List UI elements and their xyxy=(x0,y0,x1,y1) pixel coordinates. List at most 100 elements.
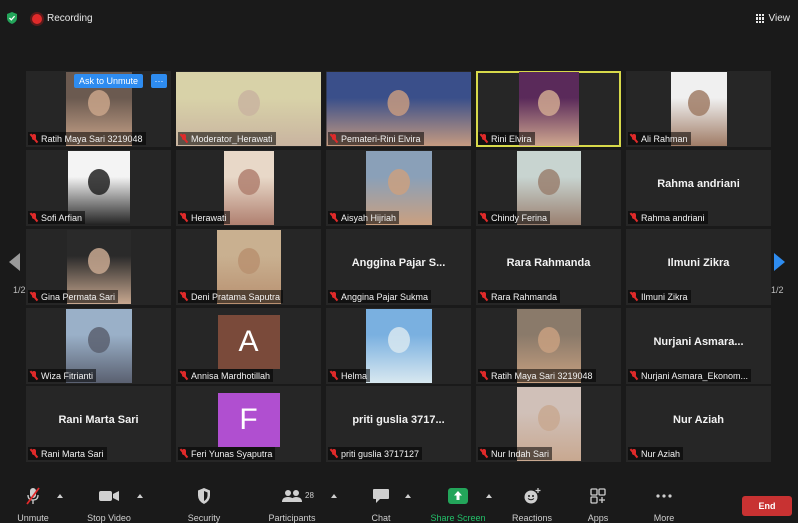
microphone-muted-icon xyxy=(26,487,40,505)
more-button[interactable]: More xyxy=(634,486,694,523)
participant-name: Rini Elvira xyxy=(491,133,532,144)
participant-name: Feri Yunas Syaputra xyxy=(191,448,273,459)
person-silhouette xyxy=(237,90,260,116)
participant-tile[interactable]: Ilmuni Zikra Ilmuni Zikra xyxy=(626,229,771,305)
participant-tile[interactable]: A Annisa Mardhotillah xyxy=(176,308,321,384)
participant-tile[interactable]: priti guslia 3717... priti guslia 3717127 xyxy=(326,386,471,462)
participant-tile[interactable]: Nur Indah Sari xyxy=(476,386,621,462)
unmute-label: Unmute xyxy=(17,513,49,523)
participant-name: Annisa Mardhotillah xyxy=(191,370,271,381)
microphone-muted-icon xyxy=(630,213,638,222)
chat-button[interactable]: Chat xyxy=(351,486,411,523)
participant-name: Anggina Pajar Sukma xyxy=(341,291,429,302)
person-silhouette xyxy=(537,169,560,195)
view-button[interactable]: View xyxy=(755,13,790,24)
participant-tile[interactable]: Gina Permata Sari xyxy=(26,229,171,305)
microphone-muted-icon xyxy=(180,449,188,458)
participant-name: Sofi Arfian xyxy=(41,212,83,223)
audio-options-caret-icon[interactable] xyxy=(57,494,63,498)
participant-tile[interactable]: Rahma andriani Rahma andriani xyxy=(626,150,771,226)
participant-tile[interactable]: Rani Marta Sari Rani Marta Sari xyxy=(26,386,171,462)
participant-name: Helma xyxy=(341,370,368,381)
ask-to-unmute-button[interactable]: Ask to Unmute xyxy=(74,74,144,88)
security-shield-icon xyxy=(198,488,210,504)
participant-tile[interactable]: Nur Aziah Nur Aziah xyxy=(626,386,771,462)
apps-label: Apps xyxy=(587,513,609,523)
participant-tile[interactable]: Ratih Maya Sari 3219048 xyxy=(476,308,621,384)
microphone-muted-icon xyxy=(330,449,338,458)
participant-display-name: Rara Rahmanda xyxy=(506,257,591,269)
participant-tile[interactable]: F Feri Yunas Syaputra xyxy=(176,386,321,462)
microphone-muted-icon xyxy=(630,371,638,380)
participant-tile[interactable]: Deni Pratama Saputra xyxy=(176,229,321,305)
participant-display-name: Anggina Pajar S... xyxy=(351,257,446,269)
participant-tile[interactable]: Ali Rahman xyxy=(626,71,771,147)
participant-tile[interactable]: Rini Elvira xyxy=(476,71,621,147)
participant-name: Rara Rahmanda xyxy=(491,291,558,302)
page-indicator-left: 1/2 xyxy=(13,285,26,295)
participant-name-label: Nurjani Asmara_Ekonom... xyxy=(628,369,752,382)
microphone-muted-icon xyxy=(480,134,488,143)
participant-tile[interactable]: Helma xyxy=(326,308,471,384)
participant-tile[interactable]: Pemateri-Rini Elvira xyxy=(326,71,471,147)
participant-name-label: Ratih Maya Sari 3219048 xyxy=(478,369,596,382)
participant-name-label: Rani Marta Sari xyxy=(28,447,107,460)
microphone-muted-icon xyxy=(330,134,338,143)
participant-name-label: Ali Rahman xyxy=(628,132,691,145)
participant-video xyxy=(365,309,432,383)
person-silhouette xyxy=(87,90,110,116)
microphone-muted-icon xyxy=(480,213,488,222)
participant-name-label: Ilmuni Zikra xyxy=(628,290,691,303)
stop-video-button[interactable]: Stop Video xyxy=(79,486,139,523)
person-silhouette xyxy=(537,90,560,116)
end-meeting-button[interactable]: End xyxy=(742,496,792,516)
participant-tile[interactable]: Sofi Arfian xyxy=(26,150,171,226)
participant-tile[interactable]: Rara Rahmanda Rara Rahmanda xyxy=(476,229,621,305)
page-indicator-right: 1/2 xyxy=(771,285,784,295)
participant-tile[interactable]: Aisyah Hijriah xyxy=(326,150,471,226)
participant-name-label: Pemateri-Rini Elvira xyxy=(328,132,424,145)
share-options-caret-icon[interactable] xyxy=(486,494,492,498)
participant-tile[interactable]: Herawati xyxy=(176,150,321,226)
chat-options-caret-icon[interactable] xyxy=(405,494,411,498)
participant-name-label: Gina Permata Sari xyxy=(28,290,119,303)
microphone-muted-icon xyxy=(480,292,488,301)
microphone-muted-icon xyxy=(630,292,638,301)
security-button[interactable]: Security xyxy=(174,486,234,523)
participant-tile[interactable]: Moderator_Herawati xyxy=(176,71,321,147)
participant-name-label: Nur Aziah xyxy=(628,447,684,460)
reactions-button[interactable]: Reactions xyxy=(502,486,562,523)
share-screen-button[interactable]: Share Screen xyxy=(428,486,488,523)
participant-name-label: Herawati xyxy=(178,211,230,224)
participant-name-label: priti guslia 3717127 xyxy=(328,447,423,460)
reactions-label: Reactions xyxy=(511,513,553,523)
chat-bubble-icon xyxy=(373,489,389,503)
apps-button[interactable]: Apps xyxy=(568,486,628,523)
microphone-muted-icon xyxy=(30,371,38,380)
tile-more-button[interactable]: ··· xyxy=(151,74,167,88)
participant-name: Nurjani Asmara_Ekonom... xyxy=(641,370,749,381)
microphone-muted-icon xyxy=(30,213,38,222)
microphone-muted-icon xyxy=(630,134,638,143)
participant-name-label: Deni Pratama Saputra xyxy=(178,290,284,303)
microphone-muted-icon xyxy=(330,213,338,222)
participant-tile[interactable]: Chindy Ferina xyxy=(476,150,621,226)
previous-page-arrow-icon[interactable] xyxy=(9,253,20,271)
participant-tile[interactable]: Nurjani Asmara... Nurjani Asmara_Ekonom..… xyxy=(626,308,771,384)
meeting-toolbar: Unmute Stop Video Security Participants … xyxy=(0,482,798,523)
microphone-muted-icon xyxy=(330,371,338,380)
participant-name: Rani Marta Sari xyxy=(41,448,104,459)
shield-check-icon[interactable] xyxy=(6,12,18,24)
participant-name: Ali Rahman xyxy=(641,133,688,144)
apps-icon xyxy=(590,488,606,504)
participant-tile[interactable]: Wiza Fitrianti xyxy=(26,308,171,384)
participants-options-caret-icon[interactable] xyxy=(331,494,337,498)
participant-name: Pemateri-Rini Elvira xyxy=(341,133,421,144)
person-silhouette xyxy=(87,248,110,274)
unmute-button[interactable]: Unmute xyxy=(3,486,63,523)
next-page-arrow-icon[interactable] xyxy=(774,253,785,271)
microphone-muted-icon xyxy=(30,449,38,458)
video-options-caret-icon[interactable] xyxy=(137,494,143,498)
participant-tile[interactable]: Anggina Pajar S... Anggina Pajar Sukma xyxy=(326,229,471,305)
person-silhouette xyxy=(237,169,260,195)
